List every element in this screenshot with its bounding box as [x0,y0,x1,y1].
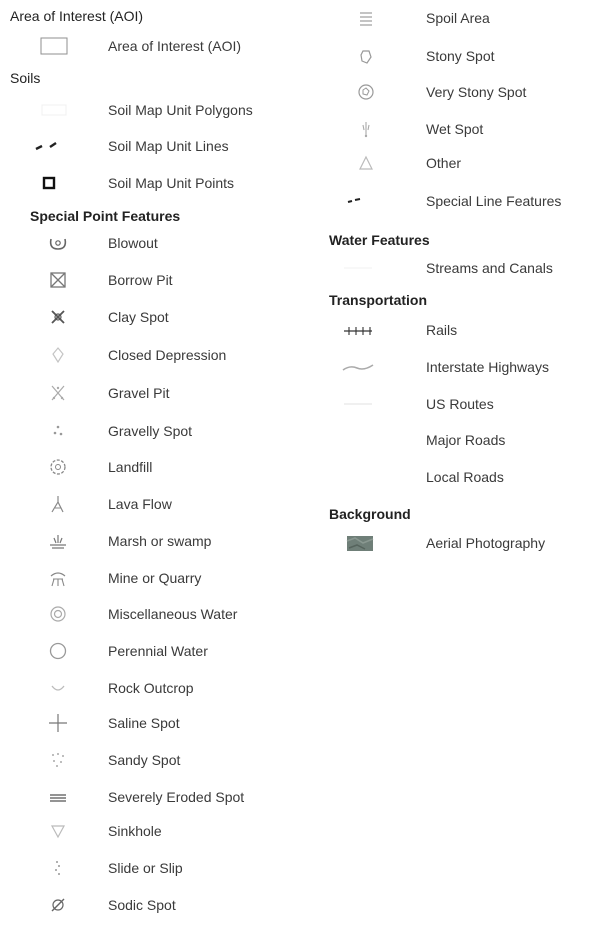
label-misc-water: Miscellaneous Water [108,606,238,622]
label-lava-flow: Lava Flow [108,496,172,512]
section-transportation: Transportation [329,292,428,308]
label-wet-spot: Wet Spot [426,121,484,137]
gravel-pit-icon [40,380,76,406]
mine-quarry-icon [40,565,76,591]
spoil-area-icon [348,5,384,31]
soil-line-icon [32,133,68,159]
lava-flow-icon [40,491,76,517]
label-other: Other [426,155,462,171]
label-special-line: Special Line Features [426,193,562,209]
label-eroded-spot: Severely Eroded Spot [108,789,245,805]
clay-spot-icon [40,304,76,330]
label-interstate: Interstate Highways [426,359,549,375]
label-rock-outcrop: Rock Outcrop [108,680,194,696]
eroded-spot-icon [40,784,76,810]
section-aoi: Area of Interest (AOI) [10,8,144,24]
label-rails: Rails [426,322,458,338]
legend-row-aoi: Area of Interest (AOI) [0,37,310,76]
label-soil-points: Soil Map Unit Points [108,175,235,191]
very-stony-spot-icon [348,79,384,105]
aoi-box-icon [36,33,72,59]
label-saline-spot: Saline Spot [108,715,180,731]
label-aerial: Aerial Photography [426,535,546,551]
soil-point-icon [32,170,68,196]
closed-depression-icon [40,342,76,368]
label-soil-polygons: Soil Map Unit Polygons [108,102,253,118]
gravelly-spot-icon [40,418,76,444]
stony-spot-icon [348,43,384,69]
legend-row-aerial: Aerial Photography [320,535,596,573]
label-perennial-water: Perennial Water [108,643,208,659]
other-triangle-icon [348,150,384,176]
us-route-icon [340,391,376,417]
legend-row-special-line: Special Line Features [320,193,596,231]
stream-line-icon [340,255,376,281]
label-blowout: Blowout [108,235,158,251]
label-slide: Slide or Slip [108,860,183,876]
legend-row-us-routes: US Routes [320,396,596,434]
legend-row-sodic-spot: Sodic Spot [0,897,310,935]
label-aoi: Area of Interest (AOI) [108,38,242,54]
label-closed-depression: Closed Depression [108,347,227,363]
label-local-roads: Local Roads [426,469,504,485]
section-water-features: Water Features [329,232,430,248]
wet-spot-icon [348,116,384,142]
label-clay-spot: Clay Spot [108,309,169,325]
label-borrow-pit: Borrow Pit [108,272,173,288]
marsh-icon [40,528,76,554]
saline-spot-icon [40,710,76,736]
label-gravelly-spot: Gravelly Spot [108,423,193,439]
sinkhole-icon [40,818,76,844]
label-marsh: Marsh or swamp [108,533,212,549]
label-landfill: Landfill [108,459,153,475]
perennial-water-icon [40,638,76,664]
label-mine: Mine or Quarry [108,570,202,586]
soil-polygon-icon [36,97,72,123]
interstate-icon [340,354,376,380]
label-gravel-pit: Gravel Pit [108,385,170,401]
map-legend: Area of Interest (AOI) Area of Interest … [0,0,596,919]
label-stony-spot: Stony Spot [426,48,495,64]
legend-row-major-roads: Major Roads [320,432,596,470]
section-background: Background [329,506,411,522]
section-soils: Soils [10,70,41,86]
slide-slip-icon [40,855,76,881]
aerial-photo-swatch [342,530,378,556]
special-line-icon [340,188,376,214]
legend-row-local-roads: Local Roads [320,469,596,507]
label-major-roads: Major Roads [426,432,506,448]
misc-water-icon [40,601,76,627]
label-spoil-area: Spoil Area [426,10,490,26]
sandy-spot-icon [40,747,76,773]
landfill-icon [40,454,76,480]
label-sandy-spot: Sandy Spot [108,752,181,768]
label-very-stony-spot: Very Stony Spot [426,84,527,100]
sodic-spot-icon [40,892,76,918]
section-special-point-features: Special Point Features [30,208,181,224]
blowout-icon [40,230,76,256]
label-sinkhole: Sinkhole [108,823,162,839]
label-sodic-spot: Sodic Spot [108,897,176,913]
label-us-routes: US Routes [426,396,494,412]
borrow-pit-icon [40,267,76,293]
rails-icon [340,317,376,343]
label-soil-lines: Soil Map Unit Lines [108,138,229,154]
label-streams: Streams and Canals [426,260,553,276]
rock-outcrop-icon [40,675,76,701]
